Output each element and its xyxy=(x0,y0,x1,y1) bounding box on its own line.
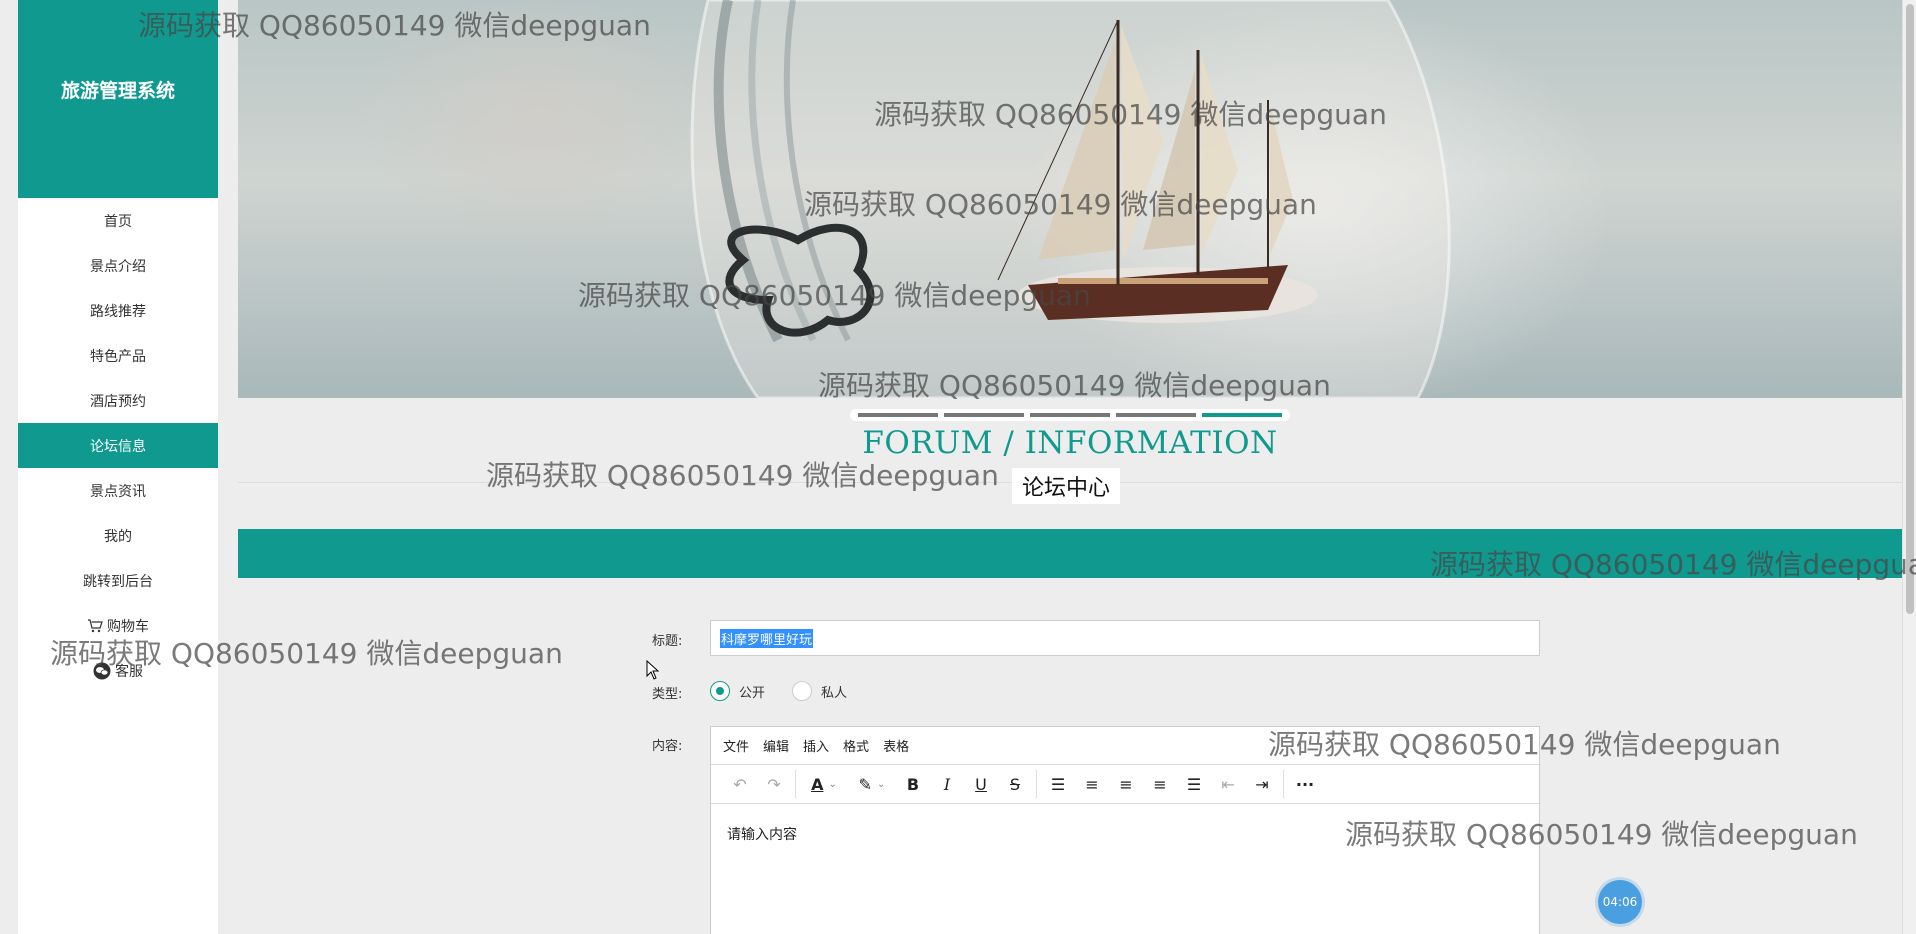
nav-item-attractions[interactable]: 景点介绍 xyxy=(18,243,218,288)
strikethrough-icon[interactable]: S xyxy=(998,770,1032,798)
nav-item-label: 客服 xyxy=(115,663,143,680)
mouse-cursor-icon xyxy=(646,660,660,680)
chat-icon xyxy=(93,662,111,680)
rich-text-editor: 文件 编辑 插入 格式 表格 ↶ ↷ A ⌄ ✎ ⌄ B I U S ☰ ≡ ≡… xyxy=(710,726,1540,934)
cart-icon xyxy=(87,618,103,633)
radio-private[interactable]: 私人 xyxy=(792,681,847,701)
carousel-dot-active[interactable] xyxy=(1202,413,1282,417)
align-right-icon[interactable]: ≡ xyxy=(1143,770,1177,798)
nav-item-label: 我的 xyxy=(104,528,132,545)
nav-item-service[interactable]: 客服 xyxy=(18,648,218,693)
section-banner-bar xyxy=(238,529,1902,578)
editor-content-area[interactable]: 请输入内容 xyxy=(711,804,1539,864)
nav-item-label: 首页 xyxy=(104,213,132,230)
nav-item-label: 景点资讯 xyxy=(90,483,146,500)
underline-icon[interactable]: U xyxy=(964,770,998,798)
nav-item-home[interactable]: 首页 xyxy=(18,198,218,243)
nav-item-label: 酒店预约 xyxy=(90,393,146,410)
menu-table[interactable]: 表格 xyxy=(883,736,909,755)
nav-item-products[interactable]: 特色产品 xyxy=(18,333,218,378)
carousel-indicators xyxy=(850,409,1290,421)
nav-item-mine[interactable]: 我的 xyxy=(18,513,218,558)
more-icon[interactable]: ··· xyxy=(1288,770,1322,798)
content-label: 内容: xyxy=(652,739,683,754)
nav-item-routes[interactable]: 路线推荐 xyxy=(18,288,218,333)
title-label: 标题: xyxy=(652,634,683,649)
sidebar: 旅游管理系统 首页 景点介绍 路线推荐 特色产品 酒店预约 论坛信息 景点资讯 … xyxy=(18,0,218,934)
italic-icon[interactable]: I xyxy=(930,770,964,798)
logo-box: 旅游管理系统 xyxy=(18,0,218,198)
line-height-icon[interactable]: ☰ xyxy=(1041,770,1075,798)
redo-icon[interactable]: ↷ xyxy=(757,770,791,798)
radio-public[interactable]: 公开 xyxy=(710,681,765,701)
nav-item-cart[interactable]: 购物车 xyxy=(18,603,218,648)
nav-item-label: 购物车 xyxy=(107,618,149,635)
nav-menu: 首页 景点介绍 路线推荐 特色产品 酒店预约 论坛信息 景点资讯 我的 跳转到后… xyxy=(18,198,218,693)
app-title: 旅游管理系统 xyxy=(60,79,175,102)
menu-insert[interactable]: 插入 xyxy=(803,736,829,755)
nav-item-hotels[interactable]: 酒店预约 xyxy=(18,378,218,423)
align-justify-icon[interactable]: ☰ xyxy=(1177,770,1211,798)
carousel-dot[interactable] xyxy=(1030,413,1110,417)
carousel-dot[interactable] xyxy=(944,413,1024,417)
title-input[interactable]: 科摩罗哪里好玩 xyxy=(710,620,1540,656)
ship-in-bottle-illustration xyxy=(690,0,1451,398)
radio-circle xyxy=(792,681,812,701)
align-left-icon[interactable]: ≡ xyxy=(1075,770,1109,798)
banner-image xyxy=(238,0,1902,398)
editor-menubar: 文件 编辑 插入 格式 表格 xyxy=(711,727,1539,765)
nav-item-label: 特色产品 xyxy=(90,348,146,365)
indent-icon[interactable]: ⇥ xyxy=(1245,770,1279,798)
page-scrollbar[interactable] xyxy=(1902,0,1916,934)
align-center-icon[interactable]: ≡ xyxy=(1109,770,1143,798)
section-title: FORUM / INFORMATION xyxy=(862,425,1278,461)
nav-item-label: 跳转到后台 xyxy=(83,573,153,590)
menu-format[interactable]: 格式 xyxy=(843,736,869,755)
nav-item-forum[interactable]: 论坛信息 xyxy=(18,423,218,468)
type-label: 类型: xyxy=(652,687,683,702)
bold-icon[interactable]: B xyxy=(896,770,930,798)
nav-item-admin[interactable]: 跳转到后台 xyxy=(18,558,218,603)
menu-file[interactable]: 文件 xyxy=(723,736,749,755)
nav-item-label: 景点介绍 xyxy=(90,258,146,275)
nav-item-label: 论坛信息 xyxy=(90,438,146,455)
carousel-dot[interactable] xyxy=(1116,413,1196,417)
radio-circle xyxy=(710,681,730,701)
highlight-color-icon[interactable]: ✎ ⌄ xyxy=(848,770,896,798)
carousel-dot[interactable] xyxy=(858,413,938,417)
nav-item-news[interactable]: 景点资讯 xyxy=(18,468,218,513)
editor-toolbar: ↶ ↷ A ⌄ ✎ ⌄ B I U S ☰ ≡ ≡ ≡ ☰ ⇤ ⇥ ··· xyxy=(711,765,1539,804)
editor-placeholder: 请输入内容 xyxy=(727,827,797,843)
undo-icon[interactable]: ↶ xyxy=(723,770,757,798)
section-subtitle: 论坛中心 xyxy=(1012,468,1121,504)
radio-label: 公开 xyxy=(739,685,766,701)
radio-label: 私人 xyxy=(821,685,848,701)
outdent-icon[interactable]: ⇤ xyxy=(1211,770,1245,798)
text-color-icon[interactable]: A ⌄ xyxy=(800,770,848,798)
timer-badge[interactable]: 04:06 xyxy=(1598,880,1642,924)
nav-item-label: 路线推荐 xyxy=(90,303,146,320)
scrollbar-thumb[interactable] xyxy=(1906,4,1914,614)
menu-edit[interactable]: 编辑 xyxy=(763,736,789,755)
title-input-value: 科摩罗哪里好玩 xyxy=(720,628,814,648)
